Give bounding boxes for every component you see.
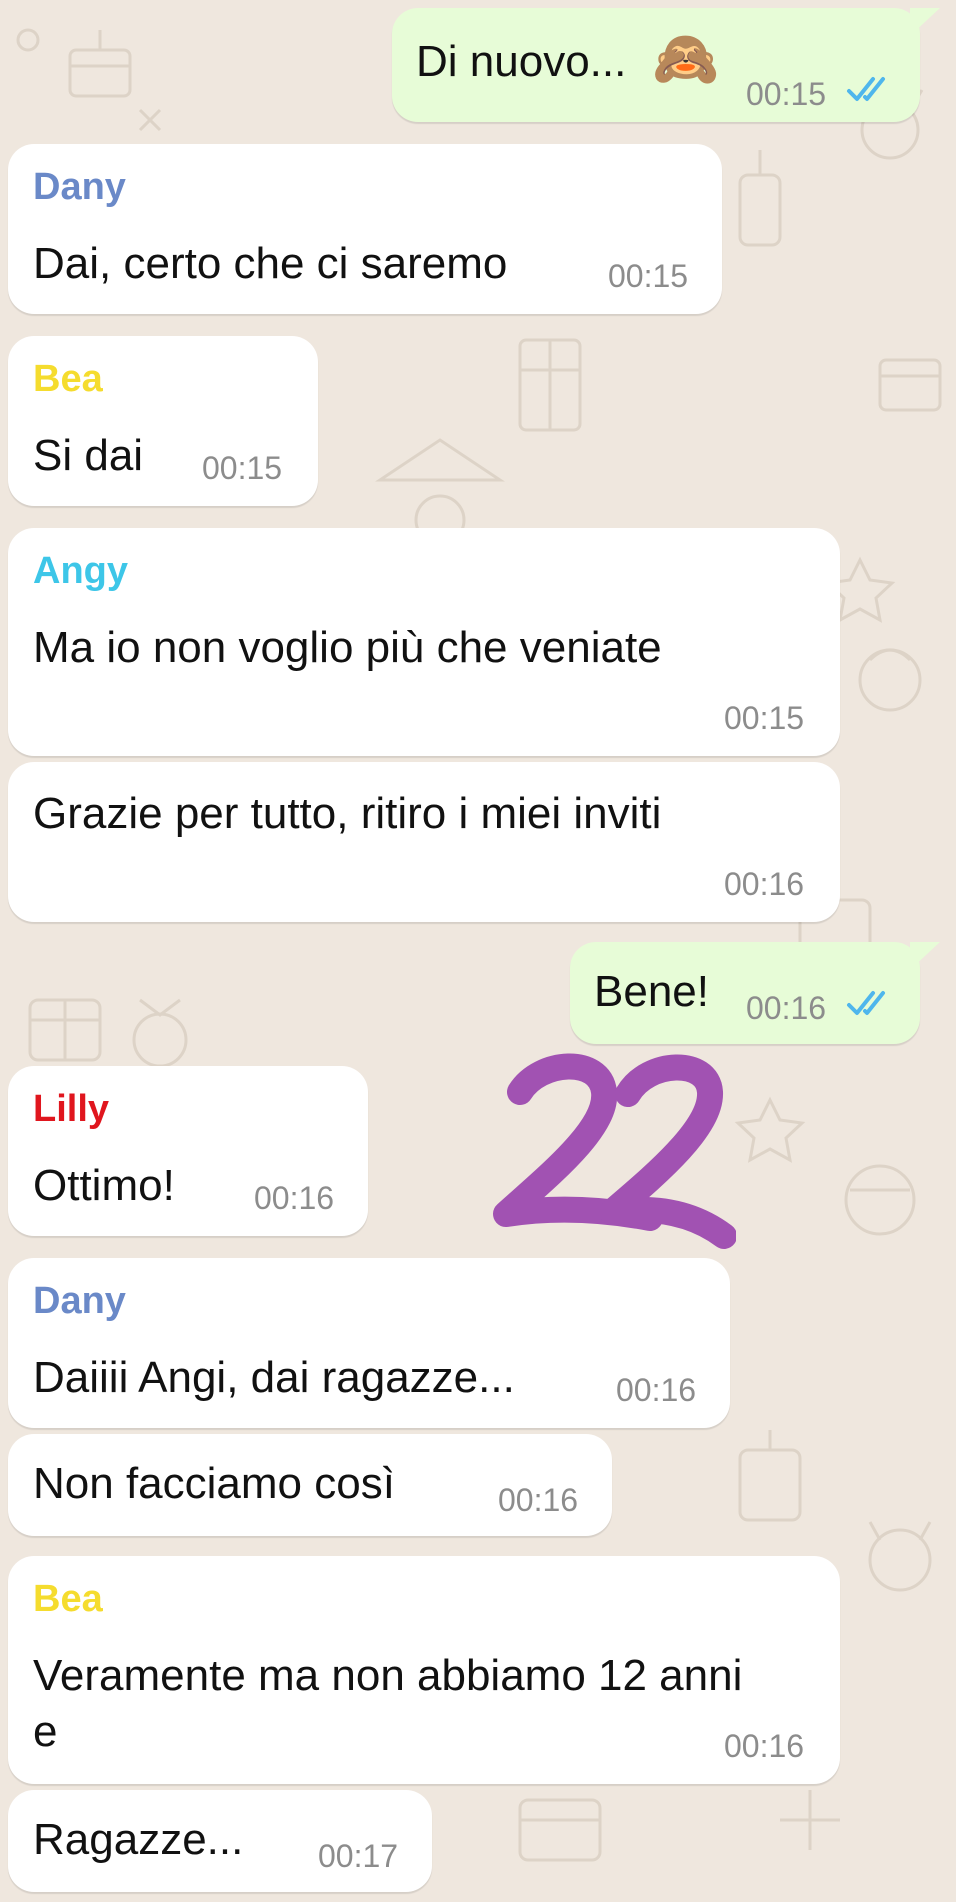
sender-name: Dany [33,166,126,208]
sender-name: Bea [33,358,103,400]
message-bubble-incoming[interactable]: Ragazze... 00:17 [8,1790,432,1892]
message-time: 00:15 [724,700,805,736]
message-text-line: e [33,1707,58,1756]
message-text: Non facciamo così [33,1459,395,1508]
message-time: 00:16 [746,990,827,1026]
message-bubble-outgoing[interactable]: Di nuovo... 🙈 00:15 [392,8,920,122]
message-bubble-outgoing[interactable]: Bene! 00:16 [570,942,920,1044]
message-bubble-incoming[interactable]: Grazie per tutto, ritiro i miei inviti 0… [8,762,840,922]
message-time: 00:16 [254,1180,335,1216]
message-time: 00:15 [608,258,689,294]
message-text: Bene! [594,967,709,1016]
message-time: 00:16 [616,1372,697,1408]
message-text: Ottimo! [33,1161,175,1210]
message-time: 00:15 [202,450,283,486]
message-text: Di nuovo... [416,37,627,86]
message-text: Si dai [33,431,144,480]
message-text: Dai, certo che ci saremo [33,239,508,288]
message-text: Grazie per tutto, ritiro i miei inviti [33,789,662,838]
sender-name: Dany [33,1280,126,1322]
sender-name: Lilly [33,1088,110,1130]
bubble-tail [910,942,940,970]
message-bubble-incoming[interactable]: Non facciamo così 00:16 [8,1434,612,1536]
read-receipt-icon [847,77,885,101]
message-bubble-incoming[interactable]: Dany Dai, certo che ci saremo 00:15 [8,144,722,314]
message-time: 00:17 [318,1838,399,1874]
see-no-evil-monkey-icon: 🙈 [652,29,720,89]
message-time: 00:16 [724,1728,805,1764]
message-text: Daiiii Angi, dai ragazze... [33,1353,515,1402]
read-receipt-icon [847,991,885,1015]
message-bubble-incoming[interactable]: Bea Si dai 00:15 [8,336,318,506]
handwritten-number-annotation [493,1053,736,1249]
message-time: 00:15 [746,76,827,112]
message-text: Ragazze... [33,1815,244,1864]
bubble-tail [910,8,940,36]
message-time: 00:16 [724,866,805,902]
message-text: Ma io non voglio più che veniate [33,623,662,672]
sender-name: Bea [33,1578,103,1620]
message-time: 00:16 [498,1482,579,1518]
message-bubble-incoming[interactable]: Bea Veramente ma non abbiamo 12 anni e 0… [8,1556,840,1784]
message-bubble-incoming[interactable]: Dany Daiiii Angi, dai ragazze... 00:16 [8,1258,730,1428]
message-text-line: Veramente ma non abbiamo 12 anni [33,1651,743,1700]
sender-name: Angy [33,550,128,592]
message-bubble-incoming[interactable]: Lilly Ottimo! 00:16 [8,1066,368,1236]
message-bubble-incoming[interactable]: Angy Ma io non voglio più che veniate 00… [8,528,840,756]
